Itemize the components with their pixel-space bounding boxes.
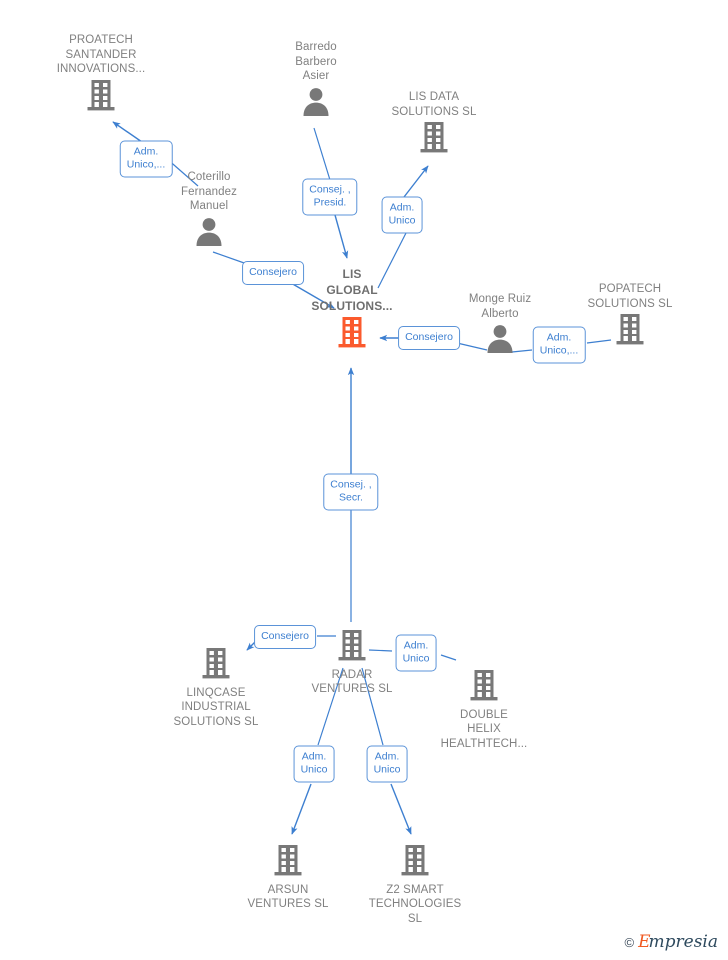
relation-chip-adm-unico-popatech[interactable]: Adm. Unico,... xyxy=(532,326,586,364)
copyright-symbol: © xyxy=(624,934,635,950)
node-linqcase-industrial[interactable]: LINQCASE INDUSTRIAL SOLUTIONS SL xyxy=(146,646,286,729)
node-label: RADAR VENTURES SL xyxy=(311,668,393,696)
building-icon xyxy=(218,843,358,882)
building-icon xyxy=(364,120,504,159)
relation-chip-consejero-linqcase[interactable]: Consejero xyxy=(254,625,316,649)
building-icon xyxy=(31,78,171,117)
node-label: LINQCASE INDUSTRIAL SOLUTIONS SL xyxy=(173,686,259,728)
relation-chip-consejero-coterillo[interactable]: Consejero xyxy=(242,261,304,285)
building-icon xyxy=(345,843,485,882)
node-label: Z2 SMART TECHNOLOGIES SL xyxy=(368,883,462,925)
relation-chip-adm-unico-doublehelix[interactable]: Adm. Unico xyxy=(395,634,437,672)
relation-chip-consejero-monge[interactable]: Consejero xyxy=(398,326,460,350)
node-label: POPATECH SOLUTIONS SL xyxy=(587,283,673,310)
relation-chip-consej-secr[interactable]: Consej. , Secr. xyxy=(323,473,379,511)
building-icon xyxy=(146,646,286,685)
relation-chip-consej-presid[interactable]: Consej. , Presid. xyxy=(302,178,358,216)
building-icon xyxy=(414,668,554,707)
edge-barredo-r3 xyxy=(313,127,331,181)
edge-r4-lisdata xyxy=(403,165,429,198)
node-label: LIS DATA SOLUTIONS SL xyxy=(391,91,477,118)
relation-chip-adm-unico-z2smart[interactable]: Adm. Unico xyxy=(366,745,408,783)
edge-r1-proatech xyxy=(112,121,143,143)
node-label: Barredo Barbero Asier xyxy=(295,41,337,82)
relation-chip-adm-unico-proatech[interactable]: Adm. Unico,... xyxy=(119,140,173,178)
node-label: ARSUN VENTURES SL xyxy=(247,883,329,911)
edge-r10-arsun xyxy=(291,783,312,835)
node-coterillo[interactable]: Coterillo Fernandez Manuel xyxy=(139,170,279,251)
relation-chip-adm-unico-lisdata[interactable]: Adm. Unico xyxy=(381,196,423,234)
node-lis-data-solutions[interactable]: LIS DATA SOLUTIONS SL xyxy=(364,90,504,159)
empresia-watermark: © Empresia xyxy=(624,932,718,952)
node-label: DOUBLE HELIX HEALTHTECH... xyxy=(440,708,528,750)
node-proatech[interactable]: PROATECH SANTANDER INNOVATIONS... xyxy=(31,33,171,116)
node-z2-smart-technologies[interactable]: Z2 SMART TECHNOLOGIES SL xyxy=(345,843,485,926)
edge-coterillo-r2 xyxy=(212,251,248,265)
edge-r9-doublehx xyxy=(440,654,457,661)
relation-chip-adm-unico-arsun[interactable]: Adm. Unico xyxy=(293,745,335,783)
node-arsun-ventures[interactable]: ARSUN VENTURES SL xyxy=(218,843,358,912)
node-label: Monge Ruiz Alberto xyxy=(468,293,532,320)
edge-r11-z2smart xyxy=(390,783,412,835)
relationship-diagram-canvas: PROATECH SANTANDER INNOVATIONS... Coteri… xyxy=(0,0,728,960)
node-label: PROATECH SANTANDER INNOVATIONS... xyxy=(56,34,146,75)
person-icon xyxy=(139,215,279,252)
edge-r3-lisglobal xyxy=(334,214,349,259)
brand-name: mpresia xyxy=(648,932,719,952)
node-double-helix-healthtech[interactable]: DOUBLE HELIX HEALTHTECH... xyxy=(414,668,554,751)
